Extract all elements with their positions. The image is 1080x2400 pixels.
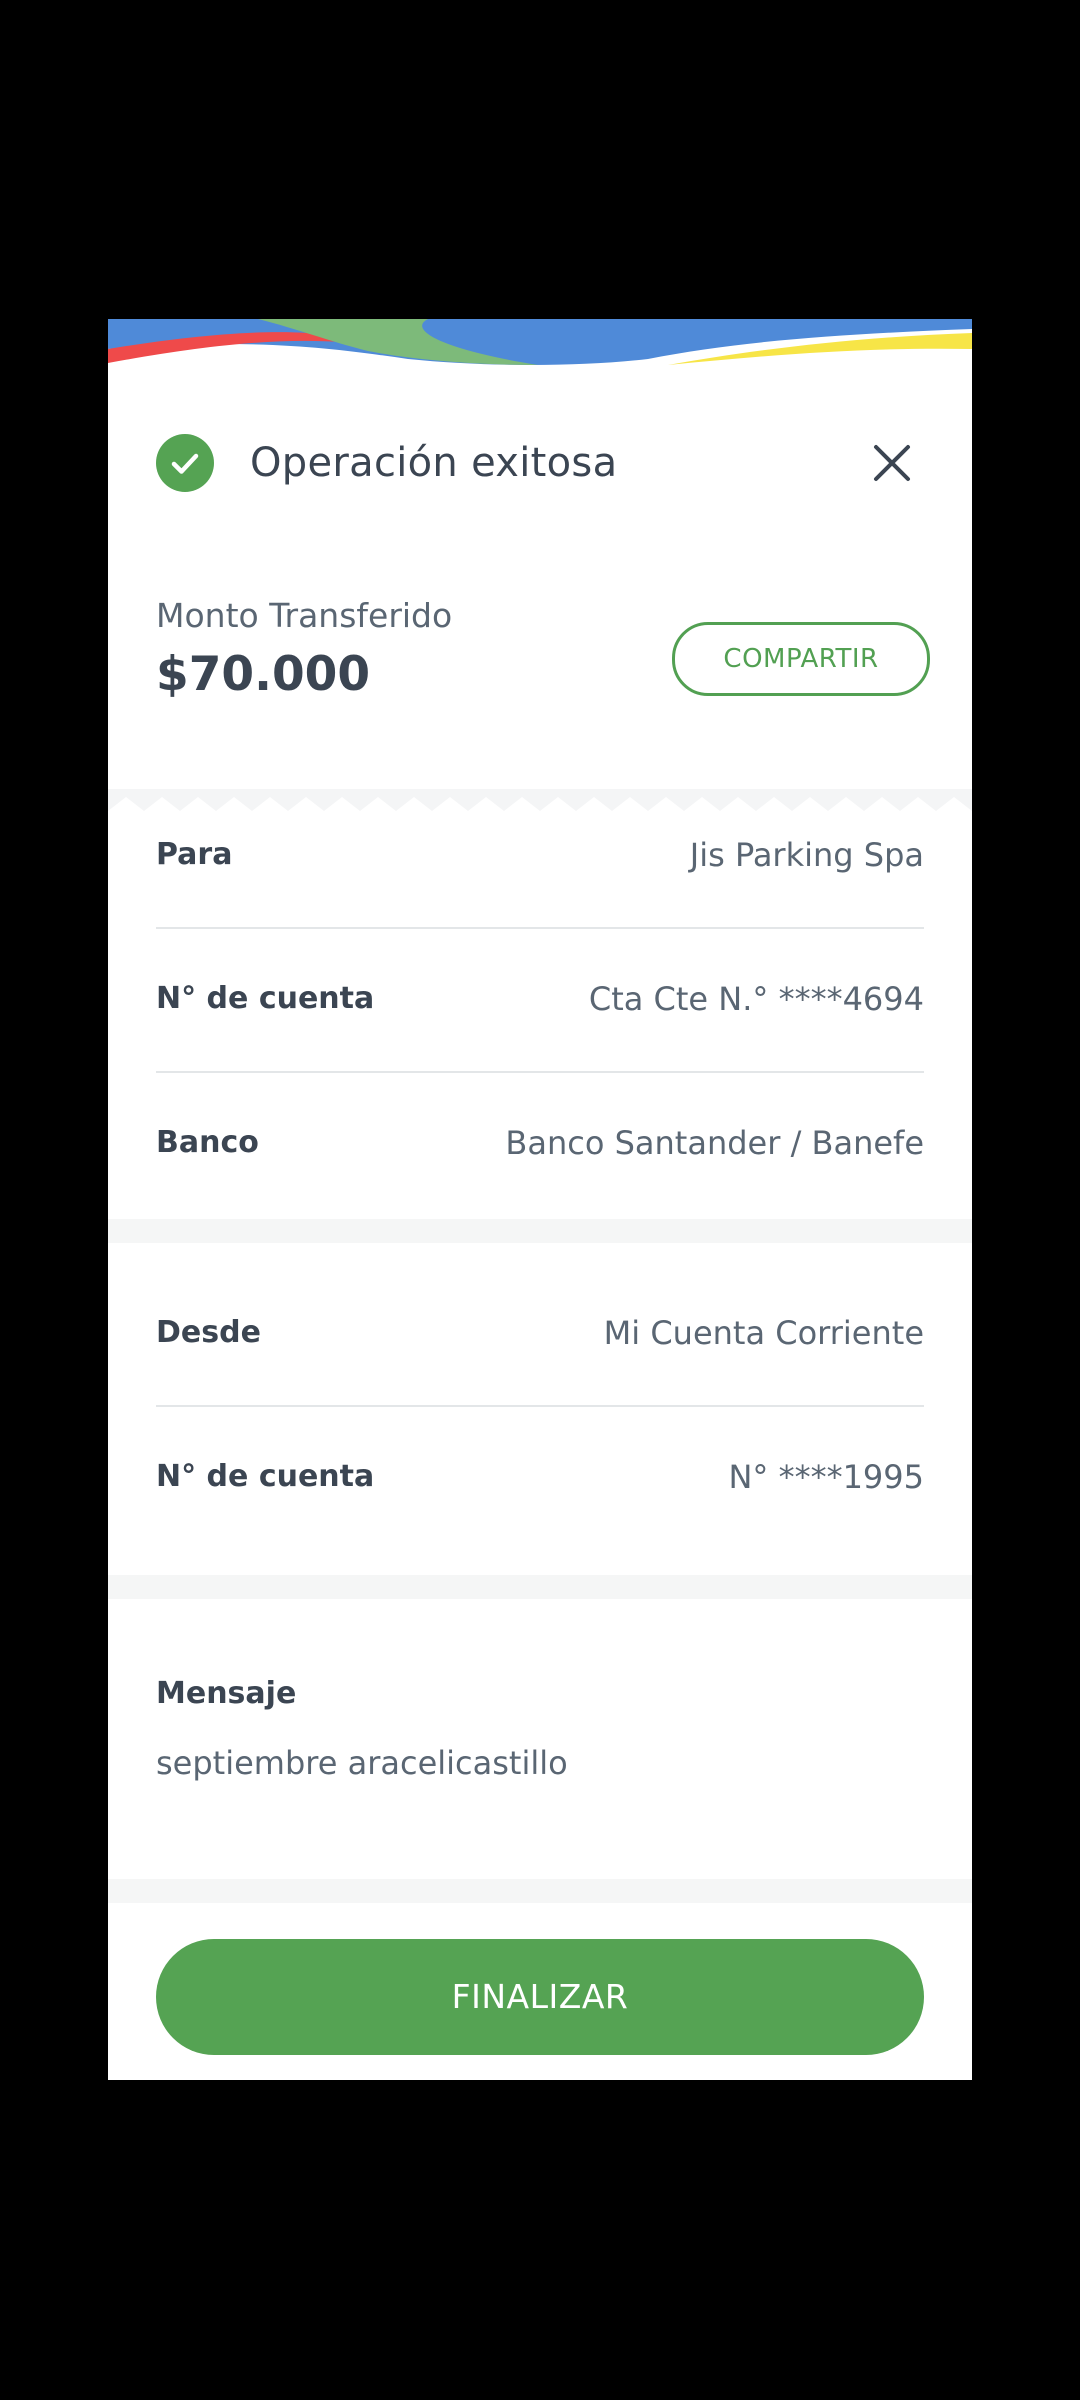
brand-wave-decoration bbox=[108, 319, 972, 369]
divider bbox=[156, 1071, 924, 1073]
result-header: Operación exitosa bbox=[108, 432, 972, 494]
divider bbox=[156, 927, 924, 929]
page-title: Operación exitosa bbox=[250, 440, 618, 486]
row-label: Para bbox=[156, 837, 233, 872]
row-label: Banco bbox=[156, 1125, 259, 1160]
origin-row-from: Desde Mi Cuenta Corriente bbox=[156, 1297, 924, 1441]
row-value: Cta Cte N.° ****4694 bbox=[588, 980, 924, 1018]
recipient-row-account: N° de cuenta Cta Cte N.° ****4694 bbox=[156, 963, 924, 1107]
section-separator bbox=[108, 1575, 972, 1599]
row-label: N° de cuenta bbox=[156, 981, 375, 1016]
divider bbox=[156, 1405, 924, 1407]
share-button[interactable]: COMPARTIR bbox=[672, 622, 930, 696]
check-circle-icon bbox=[156, 434, 214, 492]
amount-label: Monto Transferido bbox=[156, 596, 453, 635]
receipt-card: Operación exitosa Monto Transferido $70.… bbox=[108, 319, 972, 2080]
row-value: Mi Cuenta Corriente bbox=[603, 1314, 924, 1352]
message-label: Mensaje bbox=[156, 1676, 297, 1711]
amount-value: $70.000 bbox=[156, 647, 371, 702]
row-value: Banco Santander / Banefe bbox=[505, 1124, 924, 1162]
row-label: Desde bbox=[156, 1315, 261, 1350]
message-text: septiembre aracelicastillo bbox=[156, 1744, 568, 1782]
finish-button[interactable]: FINALIZAR bbox=[156, 1939, 924, 2055]
section-separator bbox=[108, 1879, 972, 1903]
row-label: N° de cuenta bbox=[156, 1459, 375, 1494]
origin-row-account: N° de cuenta N° ****1995 bbox=[156, 1441, 924, 1585]
close-icon[interactable] bbox=[872, 443, 912, 483]
section-separator bbox=[108, 1219, 972, 1243]
row-value: Jis Parking Spa bbox=[689, 836, 924, 874]
row-value: N° ****1995 bbox=[728, 1458, 924, 1496]
recipient-row-name: Para Jis Parking Spa bbox=[156, 819, 924, 963]
